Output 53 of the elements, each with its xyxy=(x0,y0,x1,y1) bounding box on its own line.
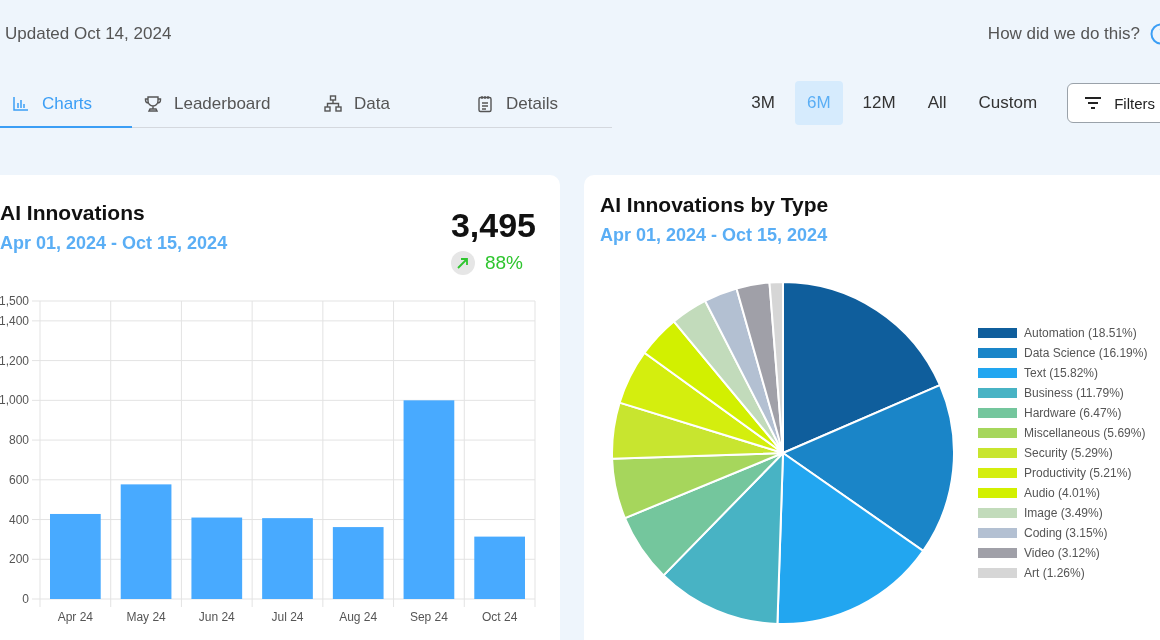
trophy-icon xyxy=(144,95,162,113)
clipboard-icon xyxy=(476,95,494,113)
hierarchy-icon xyxy=(324,95,342,113)
axis-label: 800 xyxy=(8,433,29,448)
range-button[interactable]: All xyxy=(915,81,959,125)
axis-label: 200 xyxy=(8,552,29,567)
axis-label: 1,200 xyxy=(0,353,29,368)
change-percent: 88% xyxy=(484,252,523,274)
axis-label: Jul 24 xyxy=(271,610,304,624)
axis-label: 600 xyxy=(8,472,29,487)
bar-chart-icon xyxy=(12,95,30,113)
axis-label: Sep 24 xyxy=(409,610,448,624)
legend-label: Hardware (6.47%) xyxy=(1024,406,1122,420)
axis-label: Apr 24 xyxy=(57,610,94,624)
legend-label: Text (15.82%) xyxy=(1024,366,1099,380)
legend-label: Audio (4.01%) xyxy=(1024,486,1101,500)
axis-label: Aug 24 xyxy=(339,610,378,624)
legend-label: Productivity (5.21%) xyxy=(1024,466,1132,480)
card-title: AI Innovations by Type xyxy=(600,193,830,217)
legend-label: Art (1.26%) xyxy=(1024,566,1085,580)
axis-label: Jun 24 xyxy=(198,610,235,624)
legend-label: Coding (3.15%) xyxy=(1024,526,1108,540)
axis-label: May 24 xyxy=(126,610,166,624)
tab[interactable]: Details xyxy=(464,82,612,128)
legend-label: Miscellaneous (5.69%) xyxy=(1024,426,1146,440)
legend-label: Business (11.79%) xyxy=(1024,386,1124,400)
range-button[interactable]: 12M xyxy=(850,81,908,125)
help-link[interactable]: How did we do this? xyxy=(987,24,1140,44)
range-button[interactable]: Custom xyxy=(966,81,1050,125)
date-range: Apr 01, 2024 - Oct 15, 2024 xyxy=(0,233,228,254)
trend-up-icon xyxy=(450,251,475,275)
tab[interactable]: Leaderboard xyxy=(132,82,312,128)
bar xyxy=(474,536,525,599)
legend-label: Image (3.49%) xyxy=(1024,506,1103,520)
bar xyxy=(332,527,384,599)
legend-label: Security (5.29%) xyxy=(1024,446,1113,460)
axis-label: Oct 24 xyxy=(481,610,518,624)
legend-label: Video (3.12%) xyxy=(1024,546,1100,560)
updated-date: Updated Oct 14, 2024 xyxy=(5,24,172,44)
axis-label: 0 xyxy=(22,592,29,606)
legend-label: Data Science (16.19%) xyxy=(1024,346,1148,360)
axis-label: 1,500 xyxy=(0,294,29,308)
filters-button[interactable]: Filters xyxy=(1067,83,1160,123)
card-title: AI Innovations xyxy=(0,201,146,225)
axis-label: 1,400 xyxy=(0,313,29,328)
total-count: 3,495 xyxy=(450,206,536,245)
range-button[interactable]: 3M xyxy=(739,81,787,125)
tab[interactable]: Data xyxy=(312,82,464,128)
axis-label: 1,000 xyxy=(0,393,29,408)
axis-label: 400 xyxy=(8,512,29,527)
date-range: Apr 01, 2024 - Oct 15, 2024 xyxy=(600,225,829,246)
legend-label: Automation (18.51%) xyxy=(1024,326,1137,340)
filter-icon xyxy=(1084,96,1103,110)
